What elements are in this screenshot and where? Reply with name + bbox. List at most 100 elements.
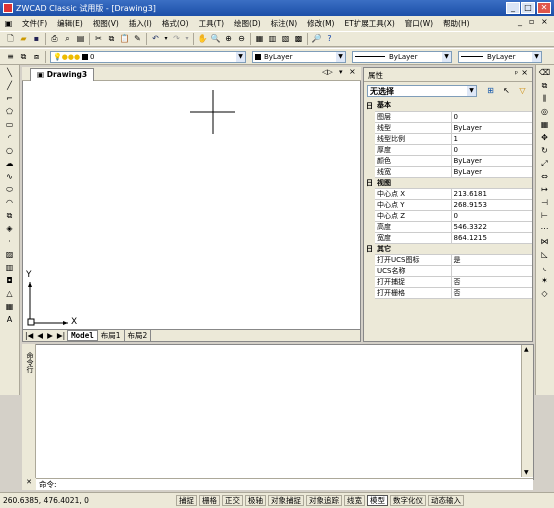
save-icon[interactable]: ▪ [31,34,42,45]
command-input[interactable]: 命令: [36,478,533,490]
property-value[interactable]: ByLayer [451,166,532,178]
fillet-icon[interactable]: ◟ [539,262,550,273]
quick-select-icon[interactable]: ⊞ [485,86,496,97]
paste-icon[interactable]: 📋 [119,34,130,45]
status-toggle[interactable]: 栅格 [199,495,220,506]
chevron-down-icon[interactable]: ▼ [236,51,245,62]
wipeout-icon[interactable]: △ [4,288,15,299]
cut-icon[interactable]: ✂ [93,34,104,45]
chevron-down-icon[interactable]: ▼ [467,86,476,96]
chamfer-icon[interactable]: ◺ [539,249,550,260]
menu-dimension[interactable]: 标注(N) [266,18,302,29]
menu-view[interactable]: 视图(V) [88,18,124,29]
property-group[interactable]: 日其它 [364,243,532,255]
erase-icon[interactable]: ⌫ [539,67,550,78]
layer-previous-icon[interactable]: ⧈ [31,51,42,62]
extend-icon[interactable]: ⊢ [539,210,550,221]
lineweight-select[interactable]: ByLayer ▼ [458,50,542,63]
publish-icon[interactable]: ▤ [75,34,86,45]
prev-tab-icon[interactable]: ◀ [37,331,43,340]
property-row[interactable]: 线型 ByLayer [364,122,532,134]
zoom-window-icon[interactable]: ⊕ [223,34,234,45]
scale-icon[interactable]: ⤢ [539,158,550,169]
open-icon[interactable]: ▰ [18,34,29,45]
insert-block-icon[interactable]: ⧉ [4,210,15,221]
status-toggle[interactable]: 对象捕捉 [268,495,304,506]
revcloud-icon[interactable]: ☁ [4,158,15,169]
property-value[interactable]: 0 [451,210,532,222]
pin-icon[interactable]: ᵖ [515,69,518,78]
collapse-icon[interactable]: 日 [364,177,375,188]
lengthen-icon[interactable]: ↦ [539,184,550,195]
property-row[interactable]: 打开栅格否 [364,287,532,299]
property-value[interactable]: 0 [451,111,532,123]
zoom-realtime-icon[interactable]: 🔍 [210,34,221,45]
property-row[interactable]: 颜色 ByLayer [364,155,532,167]
properties-icon[interactable]: ▦ [254,34,265,45]
scroll-up-icon[interactable]: ▲ [524,346,529,353]
pan-icon[interactable]: ✋ [197,34,208,45]
layer-state-icon[interactable]: ⧉ [18,51,29,62]
calculator-icon[interactable]: ▩ [293,34,304,45]
property-value[interactable]: 1 [451,133,532,145]
copy-object-icon[interactable]: ⧉ [539,80,550,91]
status-toggle[interactable]: 模型 [367,495,388,506]
property-value[interactable]: 213.6181 [451,188,532,200]
layer-select[interactable]: 💡 ● ● ● 0 ▼ [50,50,246,63]
scroll-down-icon[interactable]: ▼ [524,469,529,476]
design-center-icon[interactable]: ▥ [267,34,278,45]
table-icon[interactable]: ▦ [4,301,15,312]
circle-icon[interactable]: ○ [4,145,15,156]
property-row[interactable]: 打开捕捉否 [364,276,532,288]
undo-icon[interactable]: ↶ [150,34,161,45]
status-toggle[interactable]: 对象追踪 [306,495,342,506]
tab-model[interactable]: Model [67,330,98,341]
next-tab-icon[interactable]: ▶ [47,331,53,340]
menu-format[interactable]: 格式(O) [157,18,194,29]
doc-minimize-button[interactable]: _ [518,17,522,26]
tab-scroll-icon[interactable]: ◁▷ [322,68,333,76]
xline-icon[interactable]: ╱ [4,80,15,91]
print-icon[interactable]: ⎙ [49,34,60,45]
zoom-previous-icon[interactable]: ⊖ [236,34,247,45]
menu-file[interactable]: 文件(F) [17,18,52,29]
copy-icon[interactable]: ⧉ [106,34,117,45]
line-icon[interactable]: ╲ [4,67,15,78]
command-close-icon[interactable]: ✕ [22,478,36,490]
mtext-icon[interactable]: A [4,314,15,325]
property-row[interactable]: 中心点 Y 268.9153 [364,199,532,211]
redo-dropdown-icon[interactable]: ▾ [184,34,190,45]
arc-icon[interactable]: ◜ [4,132,15,143]
property-value[interactable]: ByLayer [451,155,532,167]
gradient-icon[interactable]: ▥ [4,262,15,273]
help-icon[interactable]: ? [324,34,335,45]
menu-insert[interactable]: 插入(I) [124,18,157,29]
region-icon[interactable]: ◘ [4,275,15,286]
command-history[interactable] [22,344,534,480]
doc-close-button[interactable]: × [541,17,548,26]
property-value[interactable]: 0 [451,144,532,156]
color-select[interactable]: ByLayer ▼ [252,50,346,63]
stretch-icon[interactable]: ⇔ [539,171,550,182]
point-icon[interactable]: · [4,236,15,247]
property-value[interactable]: 否 [451,276,532,288]
layer-manager-icon[interactable]: ≡ [5,51,16,62]
property-group[interactable]: 日基本 [364,100,532,112]
rotate-icon[interactable]: ↻ [539,145,550,156]
status-toggle[interactable]: 捕捉 [176,495,197,506]
mirror-icon[interactable]: ⫼ [539,93,550,104]
close-icon[interactable]: × [521,68,528,77]
print-preview-icon[interactable]: ⌕ [62,34,73,45]
property-row[interactable]: 图层 0 [364,111,532,123]
property-row[interactable]: UCS名称 [364,265,532,277]
selection-select[interactable]: 无选择 ▼ [367,85,477,97]
property-value[interactable]: 是 [451,254,532,266]
property-value[interactable]: 否 [451,287,532,299]
search-icon[interactable]: 🔎 [311,34,322,45]
filter-icon[interactable]: ▽ [517,86,528,97]
maximize-button[interactable]: □ [521,2,535,14]
close-icon[interactable]: × [349,67,356,76]
match-properties-icon[interactable]: ✎ [132,34,143,45]
spline-icon[interactable]: ∿ [4,171,15,182]
hatch-icon[interactable]: ▨ [4,249,15,260]
